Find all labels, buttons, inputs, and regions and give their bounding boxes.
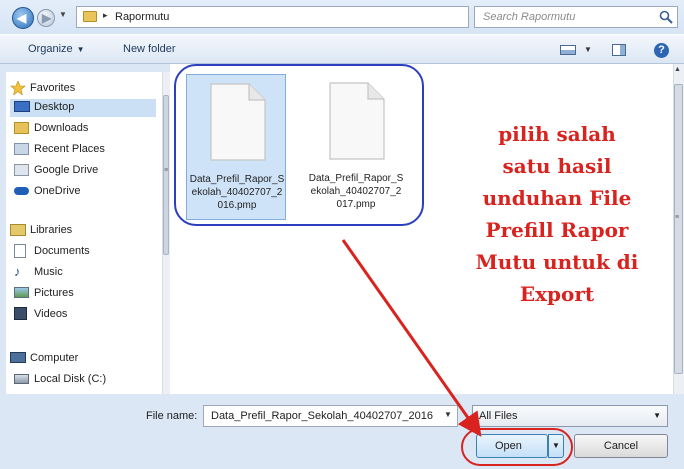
nav-item-downloads[interactable]: Downloads: [10, 120, 156, 138]
downloads-icon: [14, 122, 29, 134]
computer-icon: [10, 352, 26, 363]
file-name-dropdown-icon[interactable]: ▼: [444, 410, 452, 419]
nav-pane-scroll-thumb[interactable]: [163, 95, 169, 255]
organize-label: Organize: [28, 43, 73, 55]
files-highlight-oval: [174, 64, 424, 226]
open-button-highlight-oval: [461, 428, 573, 466]
nav-item-label: Music: [34, 266, 63, 278]
videos-icon: [14, 307, 27, 320]
nav-item-label: Documents: [34, 245, 90, 257]
nav-item-onedrive[interactable]: OneDrive: [10, 183, 156, 201]
nav-item-music[interactable]: ♪ Music: [10, 264, 156, 282]
help-icon[interactable]: ?: [654, 43, 669, 58]
annotation-line: pilih salah: [498, 122, 616, 146]
search-input[interactable]: Search Rapormutu: [474, 6, 678, 28]
change-view-icon[interactable]: [560, 45, 576, 55]
annotation-line: Prefill Rapor: [485, 218, 629, 242]
nav-item-label: Local Disk (C:): [34, 373, 107, 385]
onedrive-icon: [14, 187, 29, 195]
nav-computer-header[interactable]: Computer: [10, 350, 156, 368]
view-options-dropdown-icon[interactable]: ▼: [584, 45, 592, 54]
nav-computer-label: Computer: [30, 352, 79, 364]
file-list-scroll-grip-icon: ≡: [675, 214, 680, 221]
address-bar[interactable]: ▸ Rapormutu ▼ ↻: [76, 6, 537, 28]
annotation-line: Mutu untuk di: [475, 250, 639, 274]
cancel-button-label: Cancel: [603, 440, 639, 452]
nav-item-videos[interactable]: Videos: [10, 306, 156, 324]
nav-item-documents[interactable]: Documents: [10, 243, 156, 261]
breadcrumb-separator-icon[interactable]: ▸: [103, 10, 108, 21]
preview-pane-icon[interactable]: [612, 44, 626, 56]
nav-favorites-label: Favorites: [30, 82, 76, 94]
back-arrow-icon: ◀: [17, 11, 27, 25]
nav-libraries-label: Libraries: [30, 224, 73, 236]
desktop-icon: [14, 101, 30, 112]
annotation-line: Export: [519, 282, 595, 306]
nav-item-label: Google Drive: [34, 164, 99, 176]
star-icon: [10, 81, 26, 95]
scroll-up-arrow-icon[interactable]: ▲: [674, 66, 681, 73]
command-toolbar: Organize ▼ New folder ▼ ?: [0, 34, 684, 64]
annotation-line: unduhan File: [482, 186, 632, 210]
new-folder-button[interactable]: New folder: [123, 43, 176, 55]
local-disk-icon: [14, 374, 29, 384]
back-button[interactable]: ◀: [12, 7, 34, 29]
organize-dropdown-icon: ▼: [76, 45, 85, 54]
pictures-icon: [14, 287, 29, 298]
music-icon: ♪: [14, 264, 21, 279]
file-type-value: All Files: [479, 410, 518, 422]
nav-item-desktop[interactable]: Desktop: [10, 99, 156, 117]
file-name-input[interactable]: Data_Prefil_Rapor_Sekolah_40402707_2016: [203, 405, 458, 427]
nav-scroll-grip-icon: ≡: [164, 167, 169, 174]
nav-item-label: Recent Places: [34, 143, 105, 155]
nav-item-label: Desktop: [34, 101, 75, 113]
nav-item-label: Pictures: [34, 287, 74, 299]
recent-places-icon: [14, 143, 29, 155]
nav-item-google-drive[interactable]: Google Drive: [10, 162, 156, 180]
breadcrumb-current-folder[interactable]: Rapormutu: [115, 11, 169, 23]
documents-icon: [14, 244, 26, 258]
file-name-label: File name:: [146, 410, 198, 422]
google-drive-icon: [14, 164, 29, 176]
annotation-text: pilih salah satu hasil unduhan File Pref…: [444, 118, 670, 310]
search-icon[interactable]: [658, 9, 674, 25]
file-list-scroll-thumb[interactable]: [674, 84, 683, 374]
file-type-select[interactable]: All Files ▼: [472, 405, 668, 427]
nav-libraries-header[interactable]: Libraries: [10, 222, 156, 240]
file-type-dropdown-icon: ▼: [653, 411, 661, 420]
file-name-value: Data_Prefil_Rapor_Sekolah_40402707_2016: [211, 410, 434, 422]
annotation-line: satu hasil: [502, 154, 612, 178]
nav-item-pictures[interactable]: Pictures: [10, 285, 156, 303]
nav-item-label: OneDrive: [34, 185, 81, 197]
navigation-pane: Favorites Desktop Downloads Recent Place…: [6, 72, 162, 394]
nav-favorites-header[interactable]: Favorites: [10, 80, 150, 98]
organize-button[interactable]: Organize ▼: [28, 43, 85, 55]
nav-item-label: Downloads: [34, 122, 89, 134]
nav-item-recent-places[interactable]: Recent Places: [10, 141, 156, 159]
search-placeholder: Search Rapormutu: [483, 11, 576, 23]
libraries-icon: [10, 224, 26, 236]
nav-item-local-disk[interactable]: Local Disk (C:): [10, 371, 156, 389]
recent-pages-dropdown-icon[interactable]: ▼: [59, 10, 67, 19]
address-row: ◀ ▶ ▼ ▸ Rapormutu ▼ ↻ Search Rapormutu: [0, 0, 684, 34]
forward-arrow-icon: ▶: [42, 11, 52, 25]
cancel-button[interactable]: Cancel: [574, 434, 668, 458]
folder-icon: [83, 11, 97, 22]
nav-item-label: Videos: [34, 308, 68, 320]
forward-button[interactable]: ▶: [37, 9, 55, 27]
